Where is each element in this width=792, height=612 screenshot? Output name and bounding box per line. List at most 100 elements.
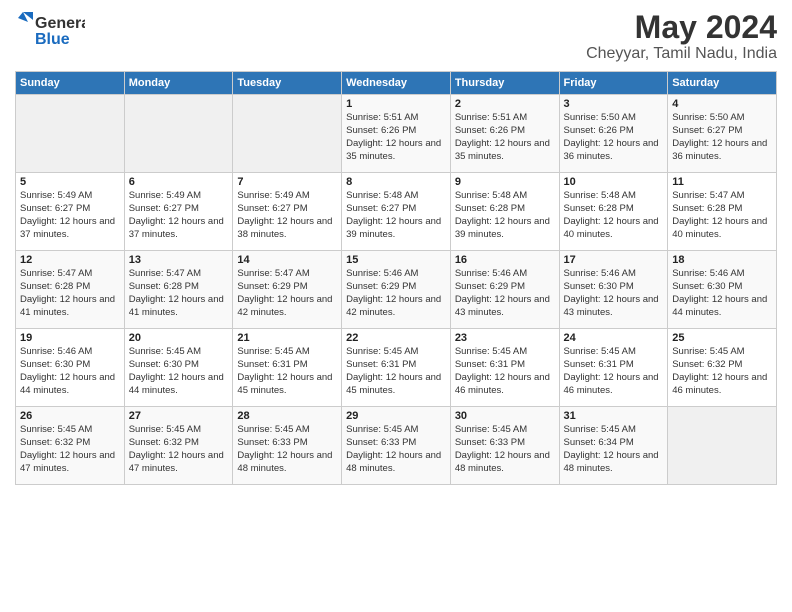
header: GeneralBlue May 2024 Cheyyar, Tamil Nadu… <box>15 10 777 63</box>
day-info: Sunrise: 5:49 AM Sunset: 6:27 PM Dayligh… <box>237 190 337 241</box>
main-title: May 2024 <box>586 10 777 45</box>
day-info: Sunrise: 5:45 AM Sunset: 6:34 PM Dayligh… <box>564 424 664 475</box>
day-number: 31 <box>564 410 664 422</box>
day-info: Sunrise: 5:51 AM Sunset: 6:26 PM Dayligh… <box>346 112 446 163</box>
table-row: 20 Sunrise: 5:45 AM Sunset: 6:30 PM Dayli… <box>124 329 233 407</box>
table-row: 31 Sunrise: 5:45 AM Sunset: 6:34 PM Dayli… <box>559 407 668 485</box>
table-row: 4 Sunrise: 5:50 AM Sunset: 6:27 PM Daylig… <box>668 95 777 173</box>
day-info: Sunrise: 5:47 AM Sunset: 6:29 PM Dayligh… <box>237 268 337 319</box>
day-info: Sunrise: 5:48 AM Sunset: 6:28 PM Dayligh… <box>455 190 555 241</box>
col-friday: Friday <box>559 72 668 95</box>
day-number: 16 <box>455 254 555 266</box>
col-wednesday: Wednesday <box>342 72 451 95</box>
day-number: 11 <box>672 176 772 188</box>
col-sunday: Sunday <box>16 72 125 95</box>
table-row: 30Sunrise: 5:45 AM Sunset: 6:33 PM Dayli… <box>450 407 559 485</box>
day-info: Sunrise: 5:45 AM Sunset: 6:31 PM Dayligh… <box>455 346 555 397</box>
day-info: Sunrise: 5:45 AM Sunset: 6:30 PM Dayligh… <box>129 346 229 397</box>
table-row <box>124 95 233 173</box>
day-info: Sunrise: 5:45 AM Sunset: 6:33 PM Dayligh… <box>346 424 446 475</box>
table-row: 15 Sunrise: 5:46 AM Sunset: 6:29 PM Dayli… <box>342 251 451 329</box>
table-row: 11 Sunrise: 5:47 AM Sunset: 6:28 PM Dayli… <box>668 173 777 251</box>
table-row: 28Sunrise: 5:45 AM Sunset: 6:33 PM Dayli… <box>233 407 342 485</box>
day-info: Sunrise: 5:49 AM Sunset: 6:27 PM Dayligh… <box>129 190 229 241</box>
table-row <box>668 407 777 485</box>
table-row: 10 Sunrise: 5:48 AM Sunset: 6:28 PM Dayli… <box>559 173 668 251</box>
day-info: Sunrise: 5:46 AM Sunset: 6:30 PM Dayligh… <box>564 268 664 319</box>
col-thursday: Thursday <box>450 72 559 95</box>
day-number: 9 <box>455 176 555 188</box>
day-number: 7 <box>237 176 337 188</box>
day-number: 22 <box>346 332 446 344</box>
table-row: 26 Sunrise: 5:45 AM Sunset: 6:32 PM Dayli… <box>16 407 125 485</box>
day-number: 1 <box>346 98 446 110</box>
day-info: Sunrise: 5:45 AM Sunset: 6:33 PM Dayligh… <box>455 424 555 475</box>
day-number: 19 <box>20 332 120 344</box>
day-info: Sunrise: 5:45 AM Sunset: 6:31 PM Dayligh… <box>237 346 337 397</box>
col-tuesday: Tuesday <box>233 72 342 95</box>
day-number: 24 <box>564 332 664 344</box>
day-number: 8 <box>346 176 446 188</box>
table-row: 24 Sunrise: 5:45 AM Sunset: 6:31 PM Dayli… <box>559 329 668 407</box>
day-info: Sunrise: 5:48 AM Sunset: 6:28 PM Dayligh… <box>564 190 664 241</box>
table-row: 23 Sunrise: 5:45 AM Sunset: 6:31 PM Dayli… <box>450 329 559 407</box>
day-info: Sunrise: 5:51 AM Sunset: 6:26 PM Dayligh… <box>455 112 555 163</box>
day-number: 29 <box>346 410 446 422</box>
table-row: 7 Sunrise: 5:49 AM Sunset: 6:27 PM Daylig… <box>233 173 342 251</box>
day-number: 26 <box>20 410 120 422</box>
day-info: Sunrise: 5:45 AM Sunset: 6:31 PM Dayligh… <box>346 346 446 397</box>
calendar-table: Sunday Monday Tuesday Wednesday Thursday… <box>15 71 777 485</box>
day-info: Sunrise: 5:47 AM Sunset: 6:28 PM Dayligh… <box>20 268 120 319</box>
table-row: 3 Sunrise: 5:50 AM Sunset: 6:26 PM Daylig… <box>559 95 668 173</box>
logo-icon: GeneralBlue <box>15 10 85 50</box>
table-row: 13 Sunrise: 5:47 AM Sunset: 6:28 PM Dayli… <box>124 251 233 329</box>
day-number: 14 <box>237 254 337 266</box>
day-info: Sunrise: 5:49 AM Sunset: 6:27 PM Dayligh… <box>20 190 120 241</box>
day-number: 27 <box>129 410 229 422</box>
day-number: 15 <box>346 254 446 266</box>
day-number: 10 <box>564 176 664 188</box>
table-row: 2 Sunrise: 5:51 AM Sunset: 6:26 PM Daylig… <box>450 95 559 173</box>
day-number: 4 <box>672 98 772 110</box>
day-info: Sunrise: 5:47 AM Sunset: 6:28 PM Dayligh… <box>672 190 772 241</box>
day-info: Sunrise: 5:46 AM Sunset: 6:30 PM Dayligh… <box>672 268 772 319</box>
col-monday: Monday <box>124 72 233 95</box>
day-info: Sunrise: 5:50 AM Sunset: 6:27 PM Dayligh… <box>672 112 772 163</box>
day-number: 21 <box>237 332 337 344</box>
day-number: 3 <box>564 98 664 110</box>
day-info: Sunrise: 5:45 AM Sunset: 6:31 PM Dayligh… <box>564 346 664 397</box>
table-row: 21 Sunrise: 5:45 AM Sunset: 6:31 PM Dayli… <box>233 329 342 407</box>
table-row: 18Sunrise: 5:46 AM Sunset: 6:30 PM Dayli… <box>668 251 777 329</box>
table-row: 19 Sunrise: 5:46 AM Sunset: 6:30 PM Dayli… <box>16 329 125 407</box>
table-row: 29 Sunrise: 5:45 AM Sunset: 6:33 PM Dayli… <box>342 407 451 485</box>
svg-text:General: General <box>35 15 85 32</box>
day-info: Sunrise: 5:46 AM Sunset: 6:29 PM Dayligh… <box>346 268 446 319</box>
day-info: Sunrise: 5:48 AM Sunset: 6:27 PM Dayligh… <box>346 190 446 241</box>
day-number: 28 <box>237 410 337 422</box>
table-row: 22 Sunrise: 5:45 AM Sunset: 6:31 PM Dayli… <box>342 329 451 407</box>
table-row: 12Sunrise: 5:47 AM Sunset: 6:28 PM Dayli… <box>16 251 125 329</box>
day-number: 23 <box>455 332 555 344</box>
day-number: 2 <box>455 98 555 110</box>
subtitle: Cheyyar, Tamil Nadu, India <box>586 45 777 63</box>
col-saturday: Saturday <box>668 72 777 95</box>
page: GeneralBlue May 2024 Cheyyar, Tamil Nadu… <box>0 0 792 612</box>
title-block: May 2024 Cheyyar, Tamil Nadu, India <box>586 10 777 63</box>
table-row: 1 Sunrise: 5:51 AM Sunset: 6:26 PM Daylig… <box>342 95 451 173</box>
table-row: 17 Sunrise: 5:46 AM Sunset: 6:30 PM Dayli… <box>559 251 668 329</box>
day-number: 5 <box>20 176 120 188</box>
day-info: Sunrise: 5:50 AM Sunset: 6:26 PM Dayligh… <box>564 112 664 163</box>
table-row <box>233 95 342 173</box>
day-number: 20 <box>129 332 229 344</box>
day-number: 17 <box>564 254 664 266</box>
day-info: Sunrise: 5:47 AM Sunset: 6:28 PM Dayligh… <box>129 268 229 319</box>
table-row: 5 Sunrise: 5:49 AM Sunset: 6:27 PM Daylig… <box>16 173 125 251</box>
day-number: 13 <box>129 254 229 266</box>
table-row: 16Sunrise: 5:46 AM Sunset: 6:29 PM Dayli… <box>450 251 559 329</box>
day-info: Sunrise: 5:46 AM Sunset: 6:30 PM Dayligh… <box>20 346 120 397</box>
table-row: 9 Sunrise: 5:48 AM Sunset: 6:28 PM Daylig… <box>450 173 559 251</box>
table-row: 27Sunrise: 5:45 AM Sunset: 6:32 PM Dayli… <box>124 407 233 485</box>
day-info: Sunrise: 5:45 AM Sunset: 6:32 PM Dayligh… <box>20 424 120 475</box>
svg-text:Blue: Blue <box>35 31 70 48</box>
table-row: 25Sunrise: 5:45 AM Sunset: 6:32 PM Dayli… <box>668 329 777 407</box>
